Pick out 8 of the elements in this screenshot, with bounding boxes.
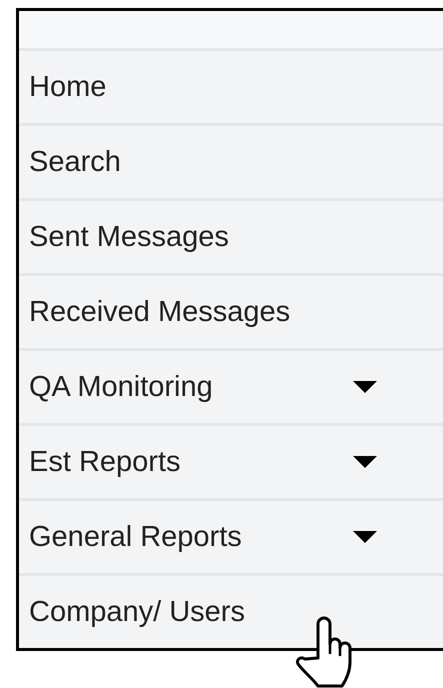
menu-item[interactable]: Company/ Users <box>19 573 443 648</box>
menu-item[interactable]: Sent Messages <box>19 198 443 273</box>
menu-item[interactable]: Home <box>19 48 443 123</box>
menu-item[interactable]: QA Monitoring <box>19 348 443 423</box>
menu-item[interactable]: Search <box>19 123 443 198</box>
menu-item[interactable]: Received Messages <box>19 273 443 348</box>
menu-item[interactable]: Est Reports <box>19 423 443 498</box>
menu-item[interactable]: General Reports <box>19 498 443 573</box>
